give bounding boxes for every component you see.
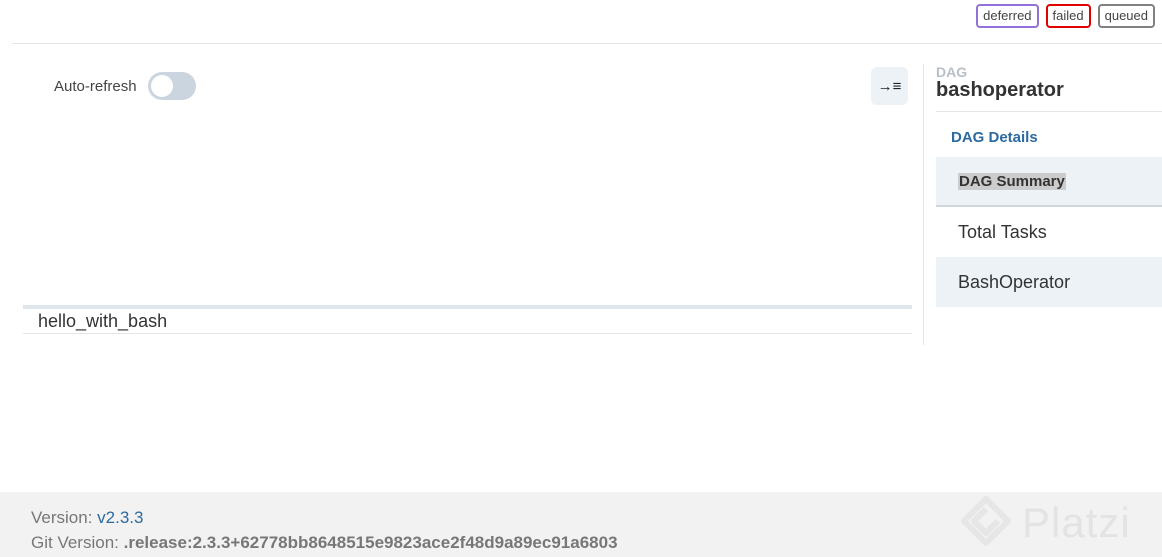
tab-dag-details[interactable]: DAG Details — [936, 112, 1162, 157]
panel-divider — [923, 64, 924, 345]
footer: Version: v2.3.3 Git Version: .release:2.… — [0, 492, 1162, 557]
git-version-value: .release:2.3.3+62778bb8648515e9823ace2f4… — [123, 533, 618, 552]
legend-badge-deferred[interactable]: deferred — [976, 4, 1039, 28]
arrow-right-lines-icon: →≡ — [877, 77, 902, 95]
legend-badge-queued[interactable]: queued — [1097, 4, 1155, 28]
details-row-label: BashOperator — [958, 271, 1071, 292]
dag-caption: DAG — [936, 64, 968, 80]
summary-header-row: DAG Summary — [936, 157, 1162, 207]
state-legend: deferred failed queued — [976, 4, 1155, 28]
dag-title: bashoperator — [936, 79, 1064, 101]
version-label: Version: — [31, 508, 93, 527]
toggle-knob — [150, 75, 173, 97]
version-link[interactable]: v2.3.3 — [97, 508, 143, 527]
git-version-label: Git Version: — [31, 533, 119, 552]
task-name[interactable]: hello_with_bash — [38, 311, 167, 332]
git-version-line: Git Version: .release:2.3.3+62778bb86485… — [31, 533, 618, 553]
watermark-text: Platzi — [1022, 499, 1131, 546]
details-row-total-tasks: Total Tasks — [936, 207, 1162, 257]
auto-refresh-label: Auto-refresh — [54, 77, 137, 95]
grid-panel: Auto-refresh →≡ hello_with_bash — [23, 44, 913, 344]
details-row-label: Total Tasks — [958, 221, 1047, 242]
table-row[interactable]: hello_with_bash — [23, 309, 912, 334]
details-panel: DAG bashoperator DAG Details DAG Summary… — [936, 64, 1162, 307]
version-line: Version: v2.3.3 — [31, 508, 143, 528]
platzi-logo-icon — [961, 496, 1011, 546]
legend-badge-failed[interactable]: failed — [1045, 4, 1091, 28]
collapse-details-button[interactable]: →≡ — [871, 67, 908, 105]
summary-header: DAG Summary — [958, 172, 1066, 190]
details-row-operator: BashOperator — [936, 257, 1162, 307]
auto-refresh-toggle[interactable] — [147, 72, 196, 100]
platzi-watermark: Platzi — [958, 492, 1131, 554]
auto-refresh-control: Auto-refresh — [54, 72, 196, 100]
